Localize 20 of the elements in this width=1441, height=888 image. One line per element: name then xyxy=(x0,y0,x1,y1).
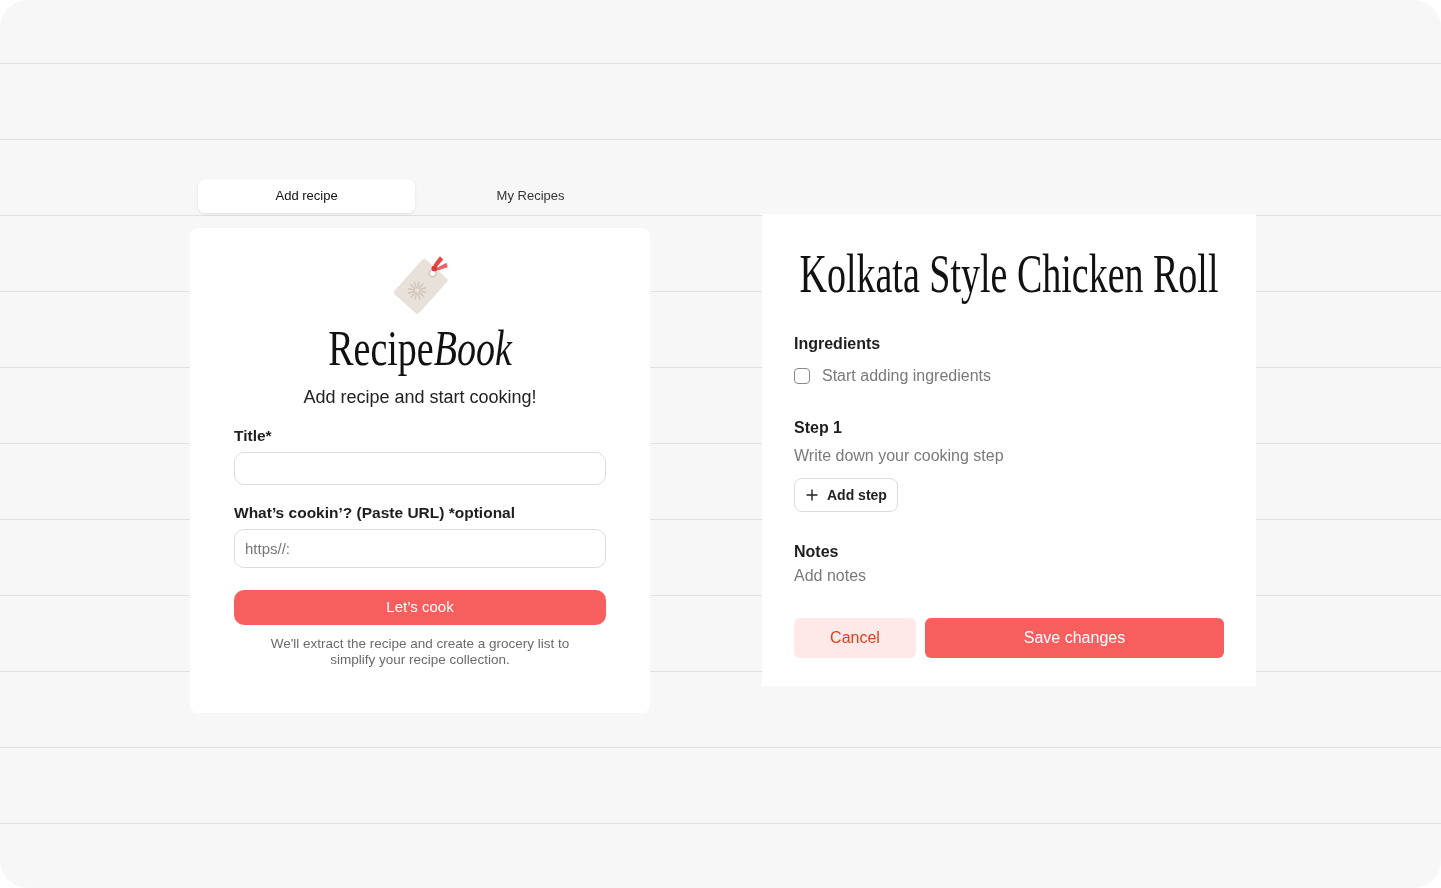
field-label: What’s cookin’? (Paste URL) *optional xyxy=(234,503,517,523)
section-heading: Step 1 xyxy=(794,418,843,438)
add-step-button[interactable]: Add step xyxy=(794,478,898,512)
tab[interactable]: My Recipes xyxy=(419,179,642,213)
tagline: Add recipe and start cooking! xyxy=(302,386,538,408)
url-input-field[interactable]: https//: xyxy=(234,529,606,568)
step-input-field[interactable]: Write down your cooking step xyxy=(794,446,1224,466)
field-label: Title* xyxy=(234,426,273,446)
title-input-field[interactable] xyxy=(234,452,606,485)
section-heading: Ingredients xyxy=(794,334,882,354)
cancel-button[interactable]: Cancel xyxy=(794,618,916,658)
section-heading: Notes xyxy=(794,542,840,562)
recipe-title: Kolkata Style Chicken Roll xyxy=(799,243,1219,306)
logo-text: RecipeBook xyxy=(328,319,512,378)
plus-icon xyxy=(806,489,818,501)
checkbox[interactable] xyxy=(794,368,810,384)
info-text: We'll extract the recipe and create a grocery list to simplify your recipe collection. xyxy=(269,636,571,668)
ingredient-input-field[interactable]: Start adding ingredients xyxy=(822,366,1224,386)
notes-input-field[interactable]: Add notes xyxy=(794,566,1224,586)
tab[interactable]: Add recipe xyxy=(198,179,416,213)
